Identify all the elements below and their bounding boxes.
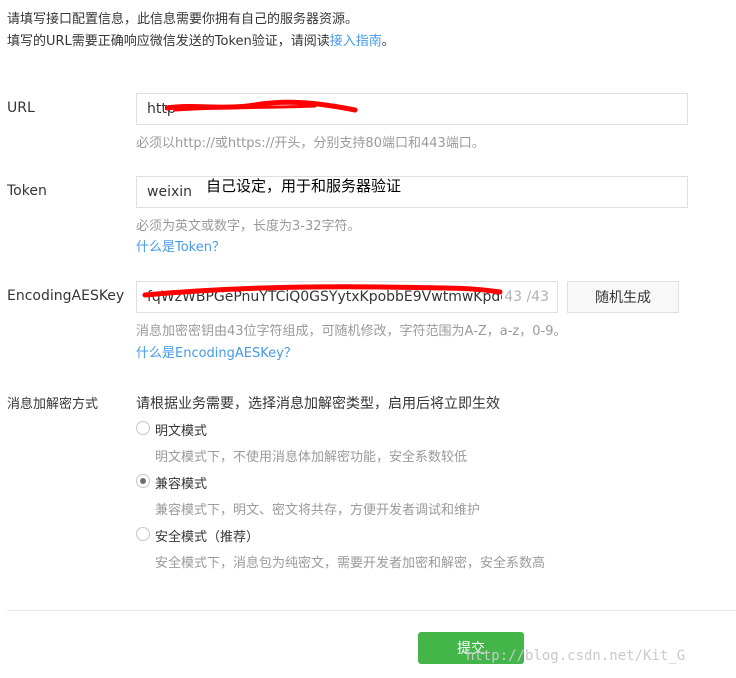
- generate-key-button[interactable]: 随机生成: [567, 281, 679, 313]
- radio-compatible-mode[interactable]: [136, 474, 150, 488]
- radio-label-secure[interactable]: 安全模式（推荐）: [155, 526, 259, 545]
- token-label: Token: [7, 183, 47, 199]
- radio-hint-plaintext: 明文模式下，不使用消息体加解密功能，安全系数较低: [155, 450, 468, 465]
- aes-input-value: fqWzWBPGePnuYTCiQ0GSYytxKpobbE9VwtmwKpdc: [147, 289, 508, 305]
- mode-description: 请根据业务需要，选择消息加解密类型，启用后将立即生效: [136, 396, 500, 412]
- intro-line-2-suffix: 。: [381, 34, 395, 49]
- footer-divider: [7, 610, 736, 611]
- aes-label: EncodingAESKey: [7, 288, 125, 304]
- aes-char-counter: 43 /43: [502, 282, 549, 312]
- intro-line-1: 请填写接口配置信息，此信息需要你拥有自己的服务器资源。: [7, 12, 359, 27]
- url-label: URL: [7, 100, 35, 116]
- url-input[interactable]: http: [136, 93, 688, 125]
- url-hint: 必须以http://或https://开头，分别支持80端口和443端口。: [136, 136, 485, 151]
- token-annotation: 自己设定，用于和服务器验证: [206, 177, 402, 195]
- intro-text: 请填写接口配置信息，此信息需要你拥有自己的服务器资源。 填写的URL需要正确响应…: [7, 9, 395, 53]
- intro-line-2: 填写的URL需要正确响应微信发送的Token验证，请阅读接入指南。: [7, 31, 395, 53]
- aes-input[interactable]: fqWzWBPGePnuYTCiQ0GSYytxKpobbE9VwtmwKpdc…: [136, 281, 558, 313]
- radio-label-compatible[interactable]: 兼容模式: [155, 473, 207, 492]
- intro-line-2-prefix: 填写的URL需要正确响应微信发送的Token验证，请阅读: [7, 34, 330, 49]
- radio-hint-compatible: 兼容模式下，明文、密文将共存，方便开发者调试和维护: [155, 503, 481, 518]
- what-is-aes-key-link[interactable]: 什么是EncodingAESKey？: [136, 342, 297, 361]
- mode-label: 消息加解密方式: [7, 397, 99, 412]
- access-guide-link[interactable]: 接入指南: [330, 34, 382, 49]
- url-input-value: http: [147, 101, 176, 117]
- what-is-token-link[interactable]: 什么是Token？: [136, 236, 225, 255]
- radio-label-plaintext[interactable]: 明文模式: [155, 420, 207, 439]
- radio-plaintext-mode[interactable]: [136, 421, 150, 435]
- token-input-value: weixin: [147, 184, 193, 200]
- radio-hint-secure: 安全模式下，消息包为纯密文，需要开发者加密和解密，安全系数高: [155, 556, 546, 571]
- blog-watermark: http://blog.csdn.net/Kit_G: [466, 648, 686, 664]
- token-hint: 必须为英文或数字，长度为3-32字符。: [136, 219, 361, 234]
- radio-secure-mode[interactable]: [136, 527, 150, 541]
- aes-hint: 消息加密密钥由43位字符组成，可随机修改，字符范围为A-Z，a-z，0-9。: [136, 324, 567, 339]
